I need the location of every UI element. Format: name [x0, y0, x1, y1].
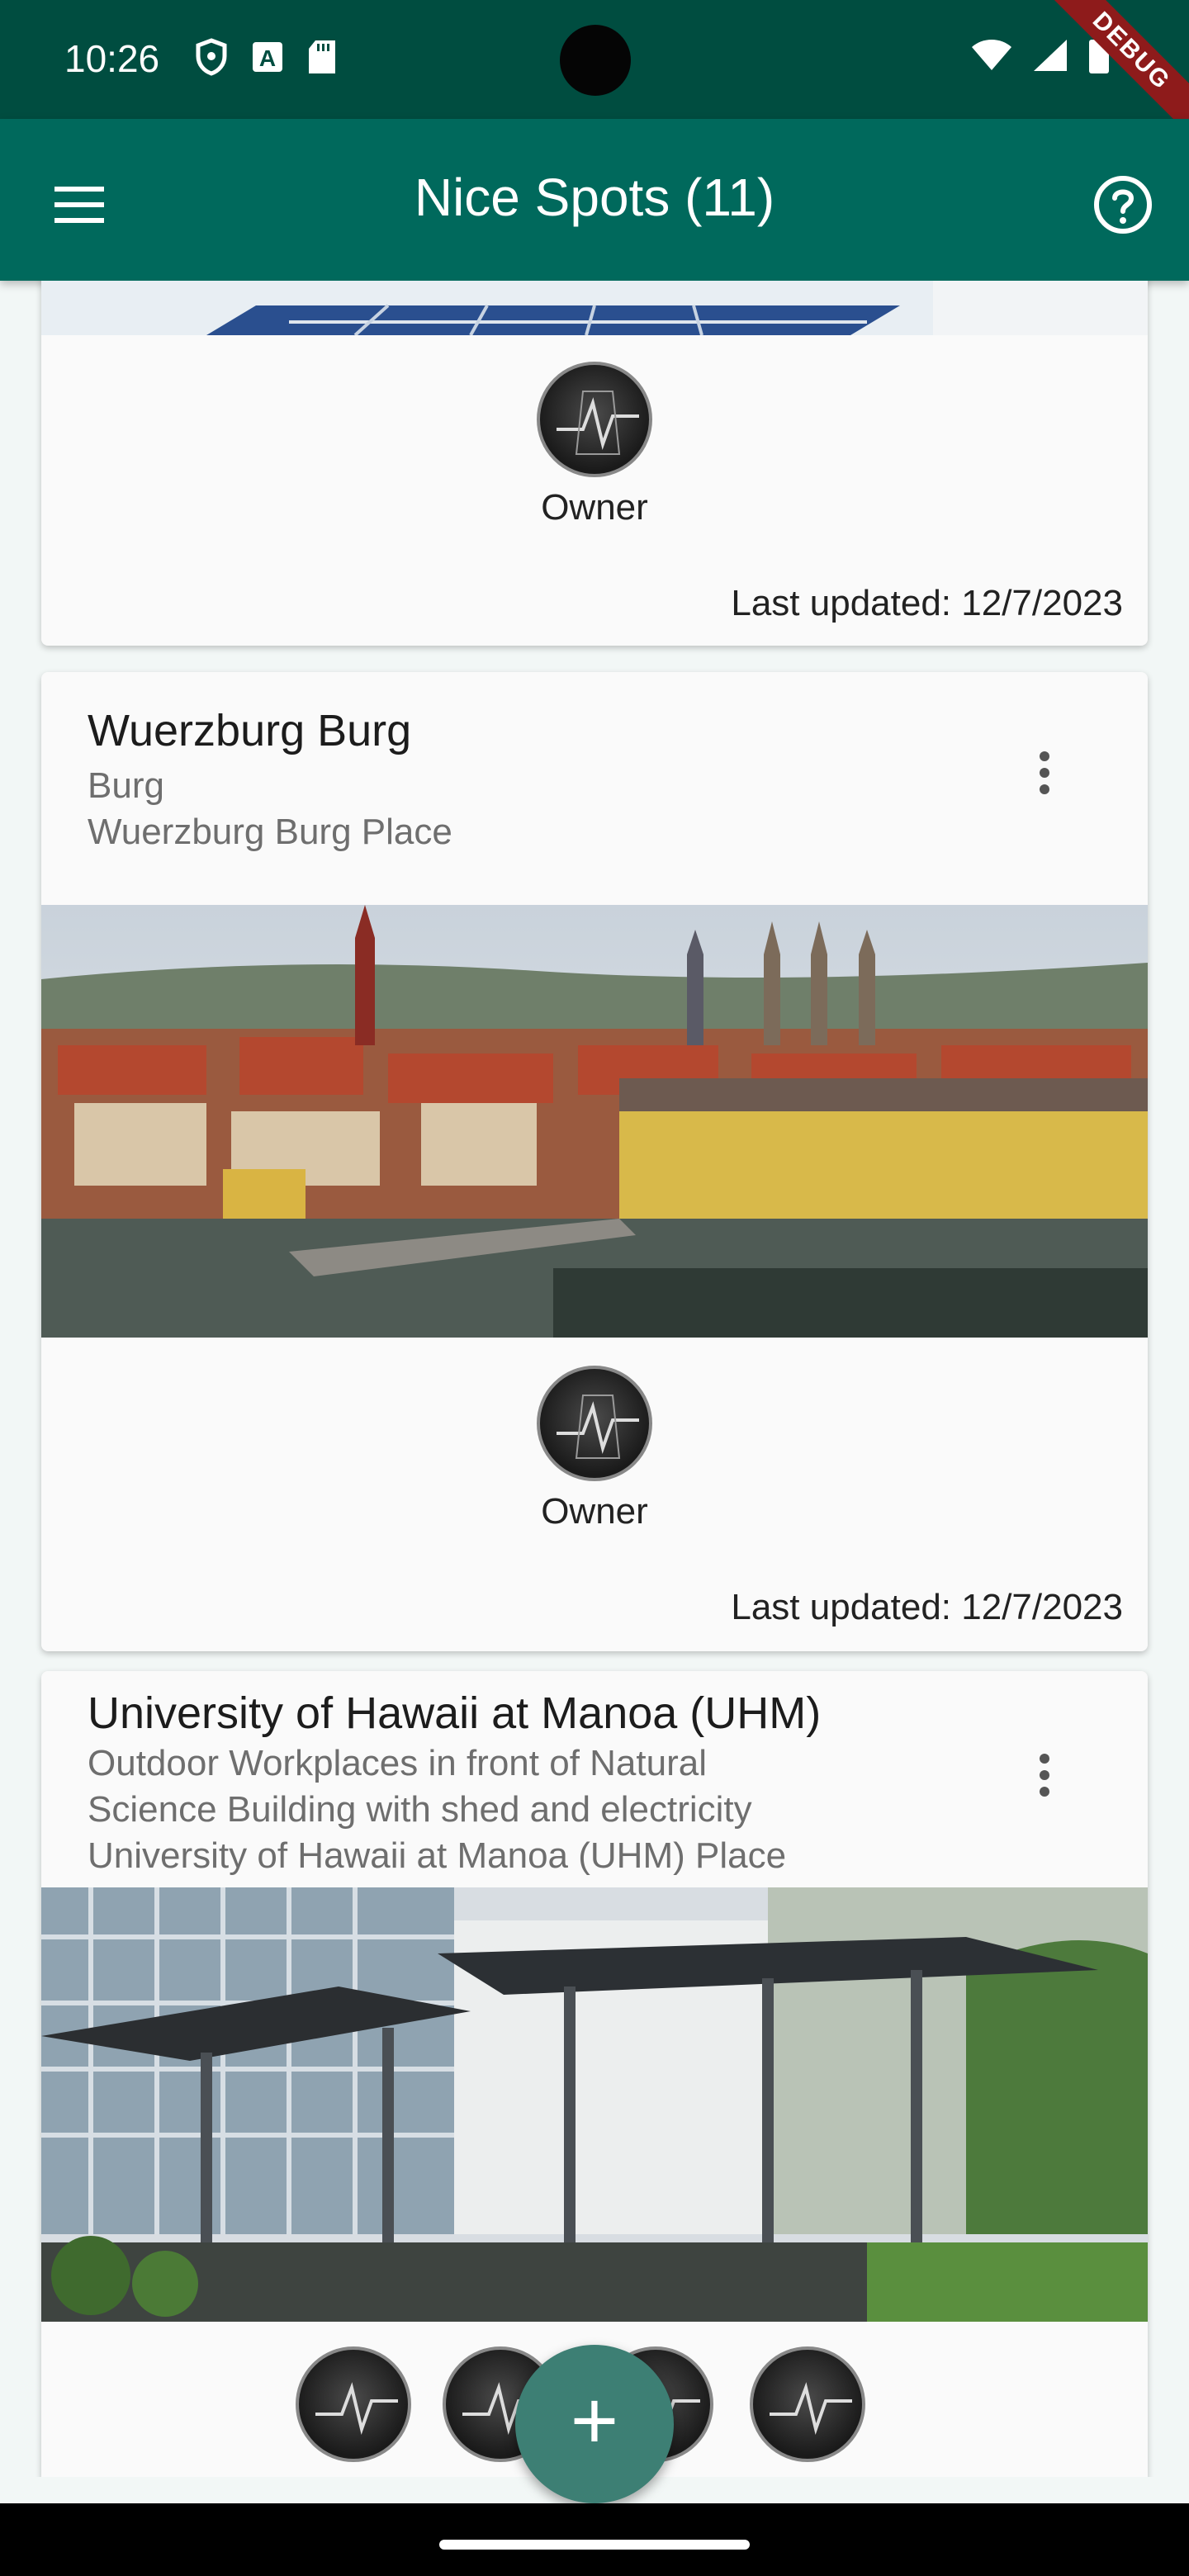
- spot-photo: [41, 281, 1148, 335]
- plus-icon: +: [570, 2375, 619, 2467]
- avatar[interactable]: [537, 362, 652, 477]
- more-options-button[interactable]: [1024, 1747, 1065, 1813]
- spot-description-line: Science Building with shed and electrici…: [88, 1789, 752, 1830]
- spot-photo: [41, 1887, 1148, 2322]
- wifi-icon: [972, 40, 1011, 70]
- spot-description-line: Outdoor Workplaces in front of Natural: [88, 1743, 707, 1783]
- avatar[interactable]: [296, 2346, 411, 2462]
- system-nav-bar: [0, 2503, 1189, 2576]
- spot-card[interactable]: Wuerzburg Burg Burg Wuerzburg Burg Place: [41, 672, 1148, 1651]
- avatar-icon: [315, 2382, 398, 2436]
- more-options-button[interactable]: [1024, 745, 1065, 811]
- more-vert-icon: [1040, 751, 1049, 761]
- shield-icon: [196, 38, 227, 76]
- spot-list[interactable]: Owner Last updated: 12/7/2023 Wuerzburg …: [0, 281, 1189, 2477]
- help-circle-icon: [1094, 176, 1152, 234]
- add-spot-button[interactable]: +: [515, 2345, 674, 2503]
- spot-title: University of Hawaii at Manoa (UHM): [88, 1688, 822, 1738]
- status-time: 10:26: [64, 37, 160, 80]
- status-icons-left: A: [195, 38, 337, 76]
- signal-icon: [1034, 40, 1067, 71]
- role-label: Owner: [541, 487, 648, 528]
- status-icons-right: [971, 36, 1110, 74]
- camera-cutout: [560, 25, 631, 96]
- more-vert-icon: [1040, 1754, 1049, 1764]
- avatar-icon: [557, 391, 639, 455]
- spot-place: University of Hawaii at Manoa (UHM) Plac…: [88, 1835, 787, 1876]
- spot-category: Burg: [88, 765, 164, 806]
- spot-title: Wuerzburg Burg: [88, 706, 412, 755]
- help-button[interactable]: [1090, 172, 1156, 238]
- status-bar: 10:26 A DEBUG: [0, 0, 1189, 146]
- home-gesture-handle[interactable]: [439, 2540, 750, 2550]
- a-badge-icon: A: [253, 42, 282, 72]
- spot-place: Wuerzburg Burg Place: [88, 812, 452, 852]
- role-label: Owner: [541, 1491, 648, 1532]
- spot-photo: [41, 905, 1148, 1338]
- avatar[interactable]: [537, 1366, 652, 1481]
- page-title: Nice Spots (11): [414, 168, 775, 227]
- sd-card-icon: [309, 40, 335, 73]
- avatar-icon: [557, 1395, 639, 1459]
- avatar[interactable]: [750, 2346, 865, 2462]
- svg-text:A: A: [259, 45, 276, 71]
- spot-card[interactable]: Owner Last updated: 12/7/2023: [41, 281, 1148, 646]
- last-updated: Last updated: 12/7/2023: [731, 1587, 1123, 1627]
- app-bar: Nice Spots (11): [0, 119, 1189, 281]
- avatar-icon: [770, 2382, 852, 2436]
- last-updated: Last updated: 12/7/2023: [731, 583, 1123, 623]
